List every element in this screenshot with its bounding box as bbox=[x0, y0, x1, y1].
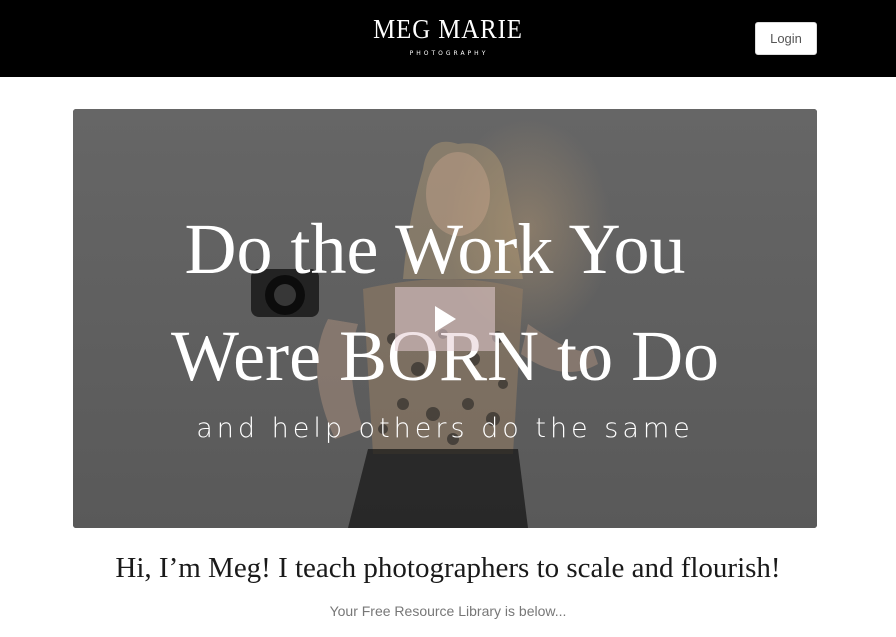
top-bar: MEG MARIE PHOTOGRAPHY Login bbox=[0, 0, 896, 77]
login-button[interactable]: Login bbox=[755, 22, 817, 55]
video-subline: and help others do the same bbox=[196, 413, 694, 444]
intro-heading: Hi, I’m Meg! I teach photographers to sc… bbox=[115, 552, 781, 584]
hero-video[interactable]: Do the Work You Were BORN to Do and help… bbox=[73, 109, 817, 528]
play-button[interactable] bbox=[395, 287, 495, 351]
video-headline-line1: Do the Work You bbox=[184, 209, 686, 289]
intro-subheading: Your Free Resource Library is below... bbox=[329, 603, 567, 619]
brand-name: MEG MARIE bbox=[373, 14, 523, 44]
play-icon bbox=[435, 306, 456, 332]
